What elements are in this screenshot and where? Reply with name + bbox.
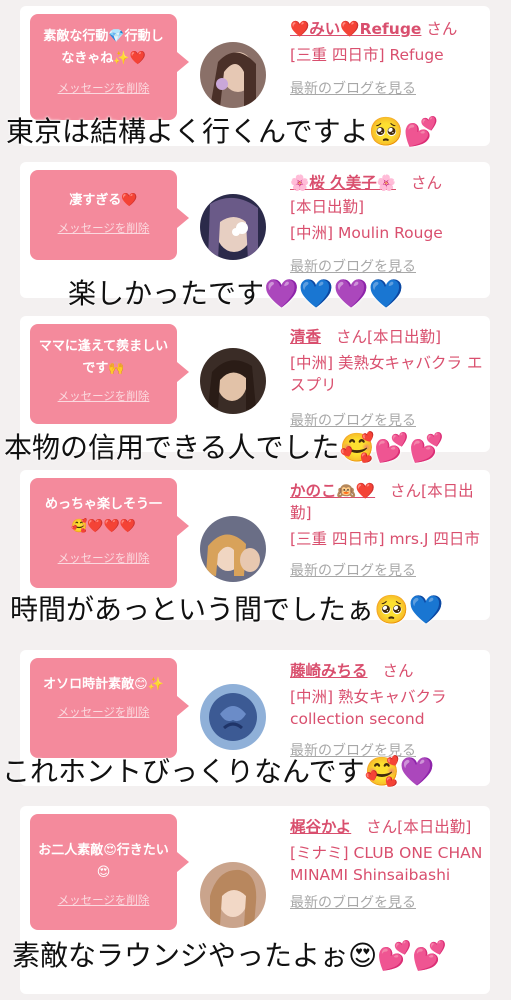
delete-message-link[interactable]: メッセージを削除 [38,550,169,566]
avatar-photo-icon [200,42,266,108]
message-bubble: オソロ時計素敵😊✨ メッセージを削除 [30,658,189,758]
message-text: 素敵な行動💎行動しなきゃね✨❤️ [43,29,164,66]
sender-name[interactable]: 🌸桜 久美子🌸 [290,174,396,192]
shop-label: [中洲] 美熟女キャバクラ エスプリ [290,354,483,394]
overlay-caption: 東京は結構よく行くんですよ🥺💕 [6,115,439,148]
honorific: さん[本日出勤] [335,328,442,346]
sender-info: ❤️みい❤️Refuge さん [三重 四日市] Refuge 最新のブログを見… [290,18,486,100]
overlay-caption: これホントびっくりなんです🥰💜 [2,755,435,788]
avatar[interactable] [200,862,266,928]
honorific: さん [410,174,442,192]
overlay-caption: 楽しかったです💜💙💜💙 [68,277,404,310]
avatar-photo-icon [200,516,266,582]
sender-name[interactable]: 梶谷かよ [290,818,351,836]
blog-link[interactable]: 最新のブログを見る [290,892,486,914]
avatar-photo-icon [200,684,266,750]
message-bubble: 素敵な行動💎行動しなきゃね✨❤️ メッセージを削除 [30,14,189,120]
delete-message-link[interactable]: メッセージを削除 [38,704,169,720]
sender-info: 梶谷かよ さん[本日出勤] [ミナミ] CLUB ONE CHAN MINAMI… [290,816,486,914]
avatar-photo-icon [200,862,266,928]
message-text: オソロ時計素敵😊✨ [43,677,164,692]
message-feed: 素敵な行動💎行動しなきゃね✨❤️ メッセージを削除 ❤️みい❤️Refuge さ… [0,0,511,1000]
sender-name[interactable]: 清香 [290,328,321,346]
message-bubble: お二人素敵😍行きたい😍 メッセージを削除 [30,814,189,930]
message-text: ママに逢えて羨ましいです🙌 [38,339,169,376]
message-text: めっちゃ楽しそう一🥰❤️❤️❤️ [44,497,162,534]
delete-message-link[interactable]: メッセージを削除 [38,220,169,236]
honorific: さん[本日出勤] [366,818,472,836]
message-bubble: 凄すぎる❤️ メッセージを削除 [30,170,189,260]
message-bubble: めっちゃ楽しそう一🥰❤️❤️❤️ メッセージを削除 [30,478,189,588]
shop-label: [ミナミ] CLUB ONE CHAN MINAMI Shinsaibashi [290,844,483,884]
blog-link[interactable]: 最新のブログを見る [290,78,486,100]
blog-link[interactable]: 最新のブログを見る [290,560,486,582]
message-bubble: ママに逢えて羨ましいです🙌 メッセージを削除 [30,324,189,424]
sender-name[interactable]: かのこ🙉❤️ [290,482,375,500]
status-label: [本日出勤] [290,198,365,216]
avatar[interactable] [200,516,266,582]
avatar[interactable] [200,684,266,750]
delete-message-link[interactable]: メッセージを削除 [38,80,169,96]
avatar-photo-icon [200,194,266,260]
sender-name[interactable]: 藤崎みちる [290,662,368,680]
shop-label: [中洲] Moulin Rouge [290,224,443,242]
sender-info: 藤崎みちる さん [中洲] 熟女キャバクラ collection second … [290,660,486,762]
avatar-photo-icon [200,348,266,414]
shop-label: [三重 四日市] Refuge [290,46,444,64]
shop-label: [三重 四日市] mrs.J 四日市 [290,530,480,548]
honorific: さん [426,20,458,38]
sender-info: 清香 さん[本日出勤] [中洲] 美熟女キャバクラ エスプリ 最新のブログを見る [290,326,486,432]
sender-info: かのこ🙉❤️ さん[本日出勤] [三重 四日市] mrs.J 四日市 最新のブロ… [290,480,486,582]
overlay-caption: 時間があっという間でしたぁ🥺💙 [10,593,444,626]
sender-name[interactable]: ❤️みい❤️Refuge [290,20,421,38]
sender-info: 🌸桜 久美子🌸 さん [本日出勤] [中洲] Moulin Rouge 最新のブ… [290,172,486,278]
message-text: お二人素敵😍行きたい😍 [38,843,169,880]
honorific: さん [382,662,414,680]
delete-message-link[interactable]: メッセージを削除 [38,388,169,404]
avatar[interactable] [200,42,266,108]
message-text: 凄すぎる❤️ [69,193,138,208]
delete-message-link[interactable]: メッセージを削除 [38,892,169,908]
overlay-caption: 本物の信用できる人でした🥰💕💕 [4,431,445,464]
avatar[interactable] [200,194,266,260]
overlay-caption: 素敵なラウンジやったよぉ😍💕💕 [12,939,447,972]
shop-label: [中洲] 熟女キャバクラ collection second [290,688,447,728]
avatar[interactable] [200,348,266,414]
